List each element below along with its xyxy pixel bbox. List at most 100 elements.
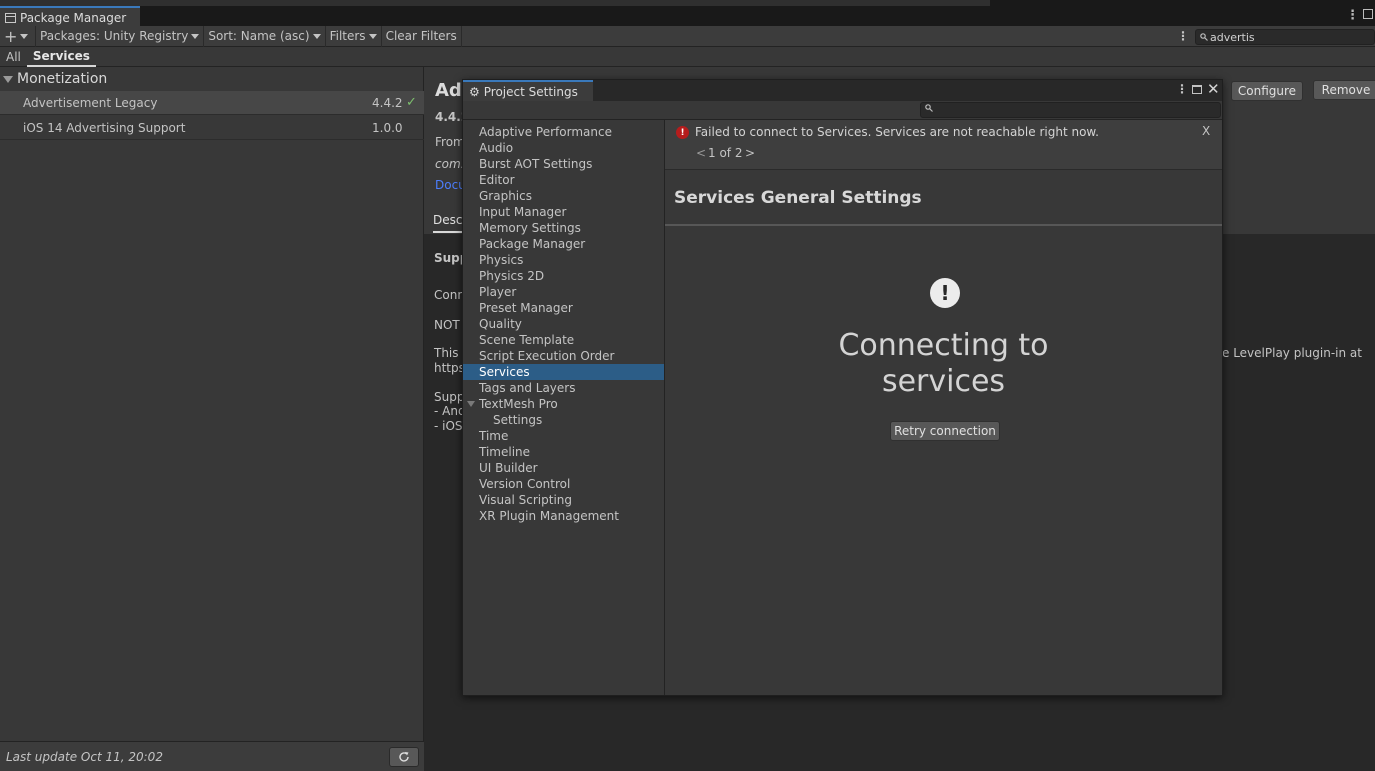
sidebar-item-label: Timeline <box>479 445 531 459</box>
status-line-1: Connecting to <box>838 328 1049 363</box>
package-search-input[interactable]: advertis <box>1195 29 1375 45</box>
filters-dropdown[interactable]: Filters <box>326 25 382 47</box>
sidebar-item-physics[interactable]: Physics <box>463 252 664 268</box>
sidebar-item-settings[interactable]: Settings <box>463 412 664 428</box>
sort-label: Sort: Name (asc) <box>208 29 310 43</box>
packages-source-dropdown[interactable]: Packages: Unity Registry <box>36 25 205 47</box>
refresh-icon <box>399 752 409 762</box>
tab-all[interactable]: All <box>0 47 27 67</box>
group-header-monetization[interactable]: Monetization <box>0 67 424 91</box>
sidebar-item-label: TextMesh Pro <box>479 397 558 411</box>
tab-description[interactable]: Desc <box>433 213 463 233</box>
description-text: https <box>434 361 465 375</box>
chevron-down-icon <box>368 33 377 39</box>
services-settings-content: ! Failed to connect to Services. Service… <box>665 120 1222 695</box>
sidebar-item-memory-settings[interactable]: Memory Settings <box>463 220 664 236</box>
sidebar-item-player[interactable]: Player <box>463 284 664 300</box>
error-icon: ! <box>676 126 689 139</box>
dismiss-alert-button[interactable]: X <box>1202 124 1210 138</box>
configure-button[interactable]: Configure <box>1231 81 1303 101</box>
package-manager-tab[interactable]: Package Manager <box>0 6 140 27</box>
list-item[interactable]: iOS 14 Advertising Support 1.0.0 <box>0 116 424 140</box>
sidebar-item-label: Tags and Layers <box>479 381 576 395</box>
sidebar-item-preset-manager[interactable]: Preset Manager <box>463 300 664 316</box>
error-message: Failed to connect to Services. Services … <box>695 125 1099 139</box>
scope-tabs: All Services <box>0 47 1375 67</box>
description-text: Supp <box>434 390 465 404</box>
sidebar-item-audio[interactable]: Audio <box>463 140 664 156</box>
sidebar-item-timeline[interactable]: Timeline <box>463 444 664 460</box>
gear-icon: ⚙ <box>469 84 480 99</box>
sidebar-item-physics-2d[interactable]: Physics 2D <box>463 268 664 284</box>
sidebar-item-label: Physics <box>479 253 524 267</box>
last-update-text: Last update Oct 11, 20:02 <box>6 749 163 764</box>
sidebar-item-label: Memory Settings <box>479 221 581 235</box>
sidebar-item-services[interactable]: Services <box>463 364 664 380</box>
alert-pager: 1 of 2 <box>708 146 743 160</box>
package-manager-tabstrip <box>0 6 1375 27</box>
sidebar-item-package-manager[interactable]: Package Manager <box>463 236 664 252</box>
sidebar-item-label: Graphics <box>479 189 532 203</box>
retry-connection-button[interactable]: Retry connection <box>890 421 1000 441</box>
expand-triangle-icon[interactable] <box>467 401 475 407</box>
sidebar-item-label: Audio <box>479 141 514 155</box>
package-name: iOS 14 Advertising Support <box>23 120 186 135</box>
sidebar-item-time[interactable]: Time <box>463 428 664 444</box>
remove-button[interactable]: Remove <box>1313 80 1375 100</box>
project-settings-tab[interactable]: ⚙ Project Settings <box>463 80 593 101</box>
sidebar-item-script-execution-order[interactable]: Script Execution Order <box>463 348 664 364</box>
description-text: e LevelPlay plugin-in at <box>1222 346 1362 360</box>
installed-check-icon: ✓ <box>406 95 417 110</box>
filters-label: Filters <box>329 29 366 43</box>
settings-search-input[interactable] <box>920 102 1221 118</box>
maximize-icon[interactable] <box>1192 85 1202 94</box>
sidebar-item-label: XR Plugin Management <box>479 509 619 523</box>
sidebar-item-graphics[interactable]: Graphics <box>463 188 664 204</box>
expand-triangle-icon <box>3 75 13 83</box>
package-version: 1.0.0 <box>372 120 403 135</box>
sidebar-item-burst-aot-settings[interactable]: Burst AOT Settings <box>463 156 664 172</box>
package-title: Ad <box>435 80 462 101</box>
search-icon <box>1200 33 1208 41</box>
prev-alert-button[interactable]: < <box>696 146 706 160</box>
sidebar-item-visual-scripting[interactable]: Visual Scripting <box>463 492 664 508</box>
chevron-down-icon <box>191 33 200 39</box>
sidebar-item-label: Script Execution Order <box>479 349 615 363</box>
close-icon[interactable]: ✕ <box>1207 80 1220 98</box>
description-text: - iOS <box>434 419 463 433</box>
sidebar-item-adaptive-performance[interactable]: Adaptive Performance <box>463 124 664 140</box>
kebab-menu-icon[interactable]: ⋮ <box>1346 8 1359 23</box>
sidebar-item-label: Services <box>479 365 530 379</box>
sidebar-item-label: Scene Template <box>479 333 575 347</box>
status-line-2: services <box>881 364 1006 399</box>
clear-filters-button[interactable]: Clear Filters <box>382 25 462 47</box>
list-item[interactable]: Advertisement Legacy 4.4.2 ✓ <box>0 91 424 115</box>
sidebar-item-textmesh-pro[interactable]: TextMesh Pro <box>463 396 664 412</box>
group-label: Monetization <box>17 71 108 87</box>
search-value: advertis <box>1210 30 1255 44</box>
sidebar-item-label: Time <box>479 429 509 443</box>
sidebar-item-quality[interactable]: Quality <box>463 316 664 332</box>
toolbar-kebab-icon[interactable]: ⋮ <box>1177 29 1189 43</box>
add-package-button[interactable]: + <box>0 25 36 47</box>
sidebar-item-label: Player <box>479 285 517 299</box>
sidebar-item-label: UI Builder <box>479 461 538 475</box>
sidebar-item-ui-builder[interactable]: UI Builder <box>463 460 664 476</box>
sidebar-item-tags-and-layers[interactable]: Tags and Layers <box>463 380 664 396</box>
sort-dropdown[interactable]: Sort: Name (asc) <box>204 25 326 47</box>
tab-services[interactable]: Services <box>26 47 96 67</box>
sidebar-item-editor[interactable]: Editor <box>463 172 664 188</box>
sidebar-item-version-control[interactable]: Version Control <box>463 476 664 492</box>
sidebar-item-scene-template[interactable]: Scene Template <box>463 332 664 348</box>
next-alert-button[interactable]: > <box>745 146 755 160</box>
sidebar-item-label: Preset Manager <box>479 301 573 315</box>
description-text: - And <box>434 404 466 418</box>
maximize-icon[interactable] <box>1363 9 1373 19</box>
window-kebab-icon[interactable]: ⋮ <box>1176 82 1188 96</box>
packages-source-label: Packages: Unity Registry <box>40 29 189 43</box>
package-icon <box>5 12 16 23</box>
refresh-button[interactable] <box>389 747 419 767</box>
sidebar-item-input-manager[interactable]: Input Manager <box>463 204 664 220</box>
sidebar-item-label: Physics 2D <box>479 269 545 283</box>
sidebar-item-xr-plugin-management[interactable]: XR Plugin Management <box>463 508 664 524</box>
